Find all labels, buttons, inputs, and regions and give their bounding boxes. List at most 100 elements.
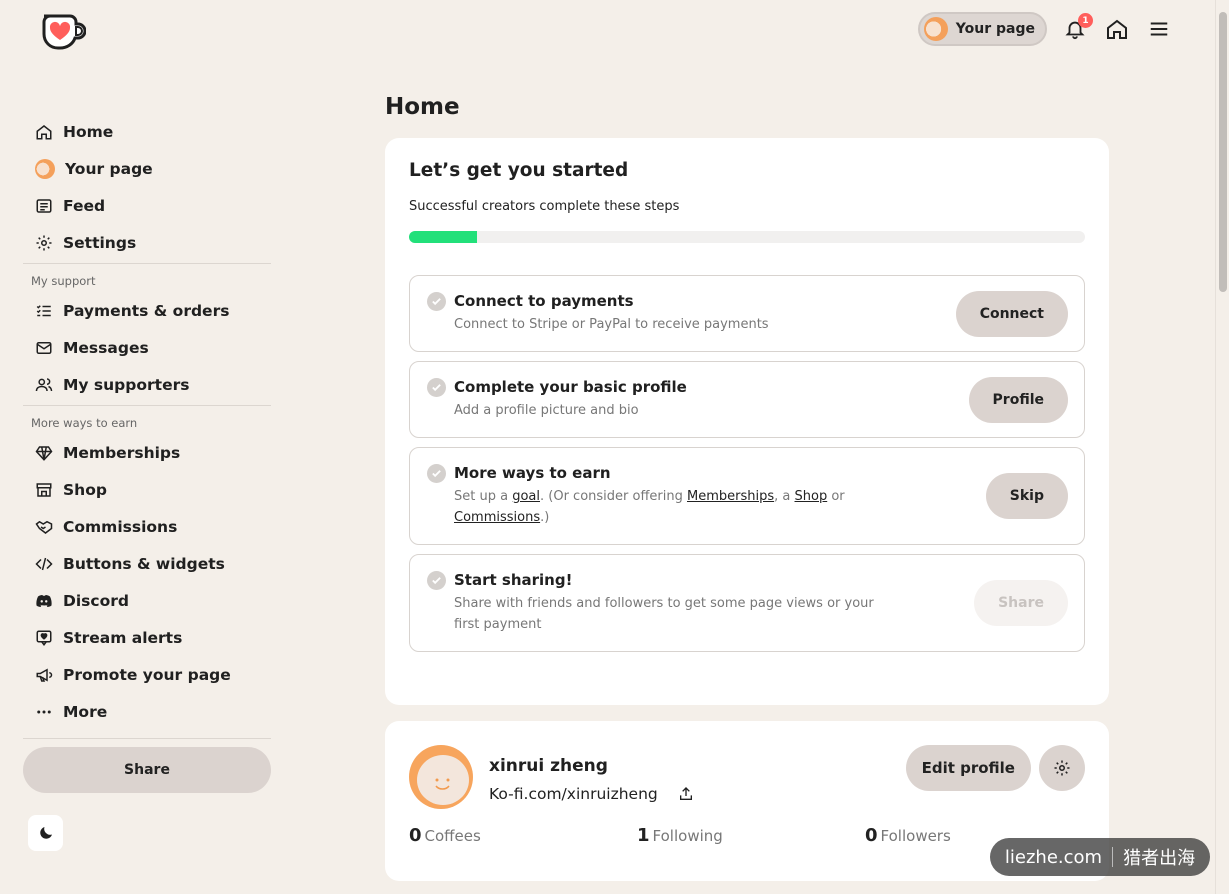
watermark-right: 猎者出海 [1123,848,1196,869]
your-page-button[interactable]: Your page [917,12,1047,46]
step-connect-payments: Connect to payments Connect to Stripe or… [409,275,1085,352]
dark-mode-toggle[interactable] [28,815,63,851]
avatar [35,158,55,179]
store-icon [36,482,52,497]
step-basic-profile: Complete your basic profile Add a profil… [409,361,1085,438]
sidebar-item-commissions[interactable]: Commissions [23,508,271,545]
desc-text: or [827,489,845,504]
stat-followers[interactable]: 0 Followers [865,825,951,846]
section-label-more-ways: More ways to earn [23,405,271,434]
check-icon [427,464,446,483]
top-bar: Your page 1 [917,12,1173,46]
sidebar-item-settings[interactable]: Settings [23,224,271,261]
sidebar-item-supporters[interactable]: My supporters [23,366,271,403]
sidebar-item-memberships[interactable]: Memberships [23,434,271,471]
mail-icon [36,341,52,354]
step-description: Add a profile picture and bio [454,403,639,418]
hamburger-icon [1150,22,1168,36]
sidebar: Home Your page Feed Settings My support … [23,113,271,793]
sidebar-item-your-page[interactable]: Your page [23,150,271,187]
sidebar-share-section: Share [23,738,271,793]
stat-label: Following [652,827,723,845]
goal-link[interactable]: goal [512,489,540,504]
list-icon [36,304,51,316]
gear-icon [1054,760,1070,776]
stat-value: 0 [409,825,422,846]
moon-icon [39,827,52,839]
edit-profile-button[interactable]: Edit profile [905,745,1031,791]
share-step-button[interactable]: Share [974,580,1068,626]
step-title: Start sharing! [454,571,573,589]
profile-avatar[interactable] [409,745,473,809]
kofi-logo[interactable] [38,10,87,50]
stat-following[interactable]: 1 Following [637,825,865,846]
memberships-link[interactable]: Memberships [687,489,774,504]
profile-url-text[interactable]: Ko-fi.com/xinruizheng [489,785,658,803]
step-description: Connect to Stripe or PayPal to receive p… [454,317,769,332]
check-icon [427,292,446,311]
profile-settings-button[interactable] [1039,745,1085,791]
progress-fill [409,231,477,243]
sidebar-item-feed[interactable]: Feed [23,187,271,224]
sidebar-item-label: Discord [63,591,129,610]
sidebar-item-promote[interactable]: Promote your page [23,656,271,693]
home-icon [1107,19,1127,39]
profile-stats: 0 Coffees 1 Following 0 Followers [409,825,1089,846]
users-icon [35,377,53,391]
sidebar-item-label: Feed [63,196,106,215]
sidebar-item-discord[interactable]: Discord [23,582,271,619]
watermark-divider [1112,847,1114,867]
watermark-left: liezhe.com [1004,846,1103,868]
megaphone-icon [36,667,53,682]
sidebar-item-buttons-widgets[interactable]: Buttons & widgets [23,545,271,582]
home-icon [36,124,52,139]
desc-text: , a [774,489,795,504]
desc-text: Set up a [454,489,513,504]
watermark: liezhe.com 猎者出海 [990,838,1210,876]
stat-value: 0 [865,825,878,846]
section-label-my-support: My support [23,263,271,292]
avatar-face [417,755,469,805]
notifications-button[interactable]: 1 [1061,13,1093,43]
check-icon [427,571,446,590]
skip-button[interactable]: Skip [985,473,1068,519]
sidebar-item-messages[interactable]: Messages [23,329,271,366]
scroll-thumb[interactable] [1219,12,1227,292]
sidebar-item-home[interactable]: Home [23,113,271,150]
sidebar-item-label: Your page [65,159,153,178]
profile-name: xinrui zheng [489,756,608,776]
sidebar-item-label: Promote your page [63,665,231,684]
sidebar-item-more[interactable]: More [23,693,271,730]
getting-started-title: Let’s get you started [409,160,629,181]
avatar [923,17,948,41]
alert-icon [36,630,52,646]
shop-link[interactable]: Shop [795,489,828,504]
upload-icon[interactable] [678,786,694,802]
page-title: Home [385,94,460,120]
sidebar-item-shop[interactable]: Shop [23,471,271,508]
progress-bar [409,231,1085,243]
sidebar-item-stream-alerts[interactable]: Stream alerts [23,619,271,656]
scrollbar[interactable] [1215,0,1229,894]
step-title: Complete your basic profile [454,378,687,396]
share-button[interactable]: Share [23,747,271,793]
commissions-link[interactable]: Commissions [454,510,540,525]
check-icon [427,378,446,397]
step-more-ways: More ways to earn Set up a goal. (Or con… [409,447,1085,545]
menu-button[interactable] [1145,15,1173,43]
sidebar-item-label: Commissions [63,517,178,536]
step-description: Share with friends and followers to get … [454,596,874,632]
step-title: More ways to earn [454,464,611,482]
sidebar-item-label: Settings [63,233,137,252]
connect-button[interactable]: Connect [955,290,1068,337]
desc-text: . (Or consider offering [540,489,687,504]
sidebar-item-label: Memberships [63,443,181,462]
sidebar-item-payments[interactable]: Payments & orders [23,292,271,329]
profile-button[interactable]: Profile [968,376,1068,423]
home-button[interactable] [1103,15,1131,43]
sidebar-item-label: My supporters [63,375,190,394]
stat-coffees: 0 Coffees [409,825,637,846]
sidebar-item-label: More [63,702,108,721]
discord-icon [36,594,52,607]
steps-list: Connect to payments Connect to Stripe or… [409,275,1085,652]
